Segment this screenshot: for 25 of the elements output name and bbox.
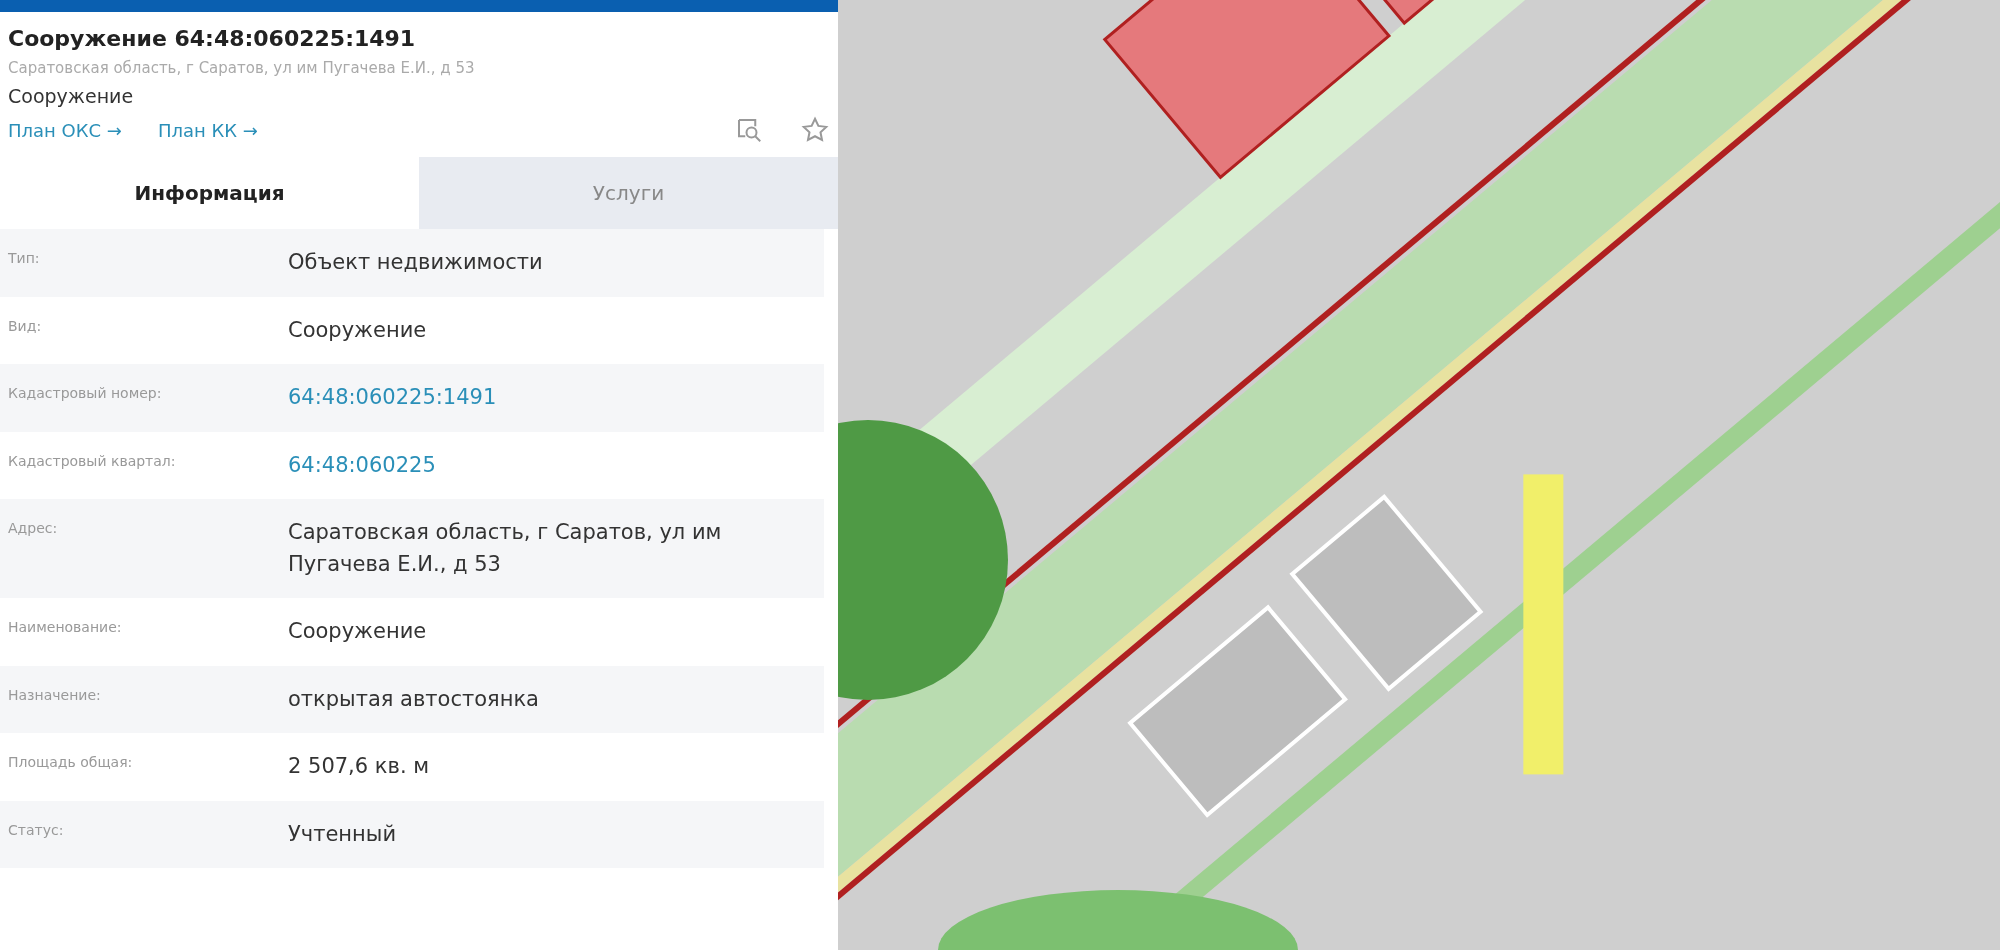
field-label: Вид: <box>8 316 43 334</box>
field-label: Адрес: <box>8 519 59 536</box>
field-value: Саратовская область, г Саратов, ул им Пугачева Е.И., д 53 <box>288 519 723 578</box>
object-address: Саратовская область, г Саратов, ул им Пугачева Е.И., д 53 <box>8 59 476 77</box>
field-link[interactable]: 64:48:060225:1491 <box>288 382 497 414</box>
field-value: Сооружение <box>288 316 427 344</box>
field-label: Статус: <box>8 820 65 838</box>
field-link[interactable]: 64:48:060225 <box>288 449 436 481</box>
tab[interactable]: Услуги <box>419 157 838 229</box>
object-type: Сооружение <box>8 85 135 107</box>
field-value: 2 507,6 кв. м <box>288 753 430 780</box>
plan-link[interactable]: План ОКС → <box>8 119 122 141</box>
field-label: Назначение: <box>8 685 102 703</box>
field-label: Площадь общая: <box>8 753 134 770</box>
field-label: Кадастровый квартал: <box>8 451 177 469</box>
map-drawing[interactable] <box>838 0 2000 950</box>
field-value: Учтенный <box>288 820 397 848</box>
field-value: открытая автостоянка <box>288 685 539 713</box>
field-value: Объект недвижимости <box>288 249 543 276</box>
plan-link[interactable]: План КК → <box>157 119 258 141</box>
field-label: Кадастровый номер: <box>8 384 163 401</box>
object-title: Сооружение 64:48:060225:1491 <box>8 26 417 51</box>
field-value: Сооружение <box>288 618 427 645</box>
field-label: Тип: <box>8 249 41 266</box>
field-label: Наименование: <box>8 618 123 635</box>
